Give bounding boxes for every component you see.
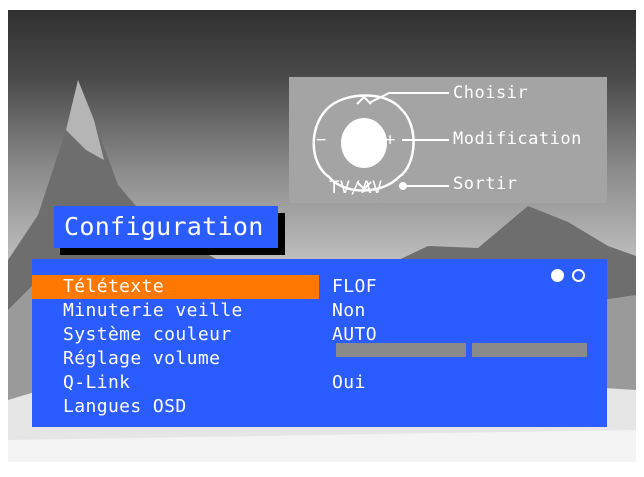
exit-label: Sortir — [453, 174, 518, 194]
menu-item-q-link[interactable]: Q-Link — [32, 371, 319, 395]
volume-bar-left[interactable] — [336, 343, 466, 357]
up-arrow-icon — [356, 95, 372, 105]
menu-item-color-system[interactable]: Système couleur — [32, 323, 319, 347]
plus-icon: + — [385, 130, 396, 150]
minus-icon: − — [316, 130, 327, 150]
modify-label: Modification — [453, 129, 582, 149]
menu-item-sleep-timer[interactable]: Minuterie veille — [32, 299, 319, 323]
menu-item-osd-languages[interactable]: Langues OSD — [32, 395, 319, 419]
menu-item-volume-setting[interactable]: Réglage volume — [32, 347, 319, 371]
q-link-value[interactable]: Oui — [332, 371, 366, 395]
teletext-value[interactable]: FLOF — [332, 275, 377, 299]
filled-dot-icon — [551, 269, 564, 282]
menu-item-teletext[interactable]: Télétexte — [32, 275, 319, 299]
empty-dot-icon — [572, 269, 585, 282]
choose-label: Choisir — [453, 83, 529, 103]
remote-help-panel: − + Choisir Modification Sortir TV/AV — [289, 77, 607, 203]
tvav-label: TV/AV — [329, 178, 383, 198]
menu-title: Configuration — [54, 206, 278, 248]
sleep-timer-value[interactable]: Non — [332, 299, 366, 323]
volume-bar-right[interactable] — [472, 343, 587, 357]
configuration-menu: Télétexte Minuterie veille Système coule… — [32, 259, 607, 427]
tvav-button-icon — [399, 182, 407, 190]
